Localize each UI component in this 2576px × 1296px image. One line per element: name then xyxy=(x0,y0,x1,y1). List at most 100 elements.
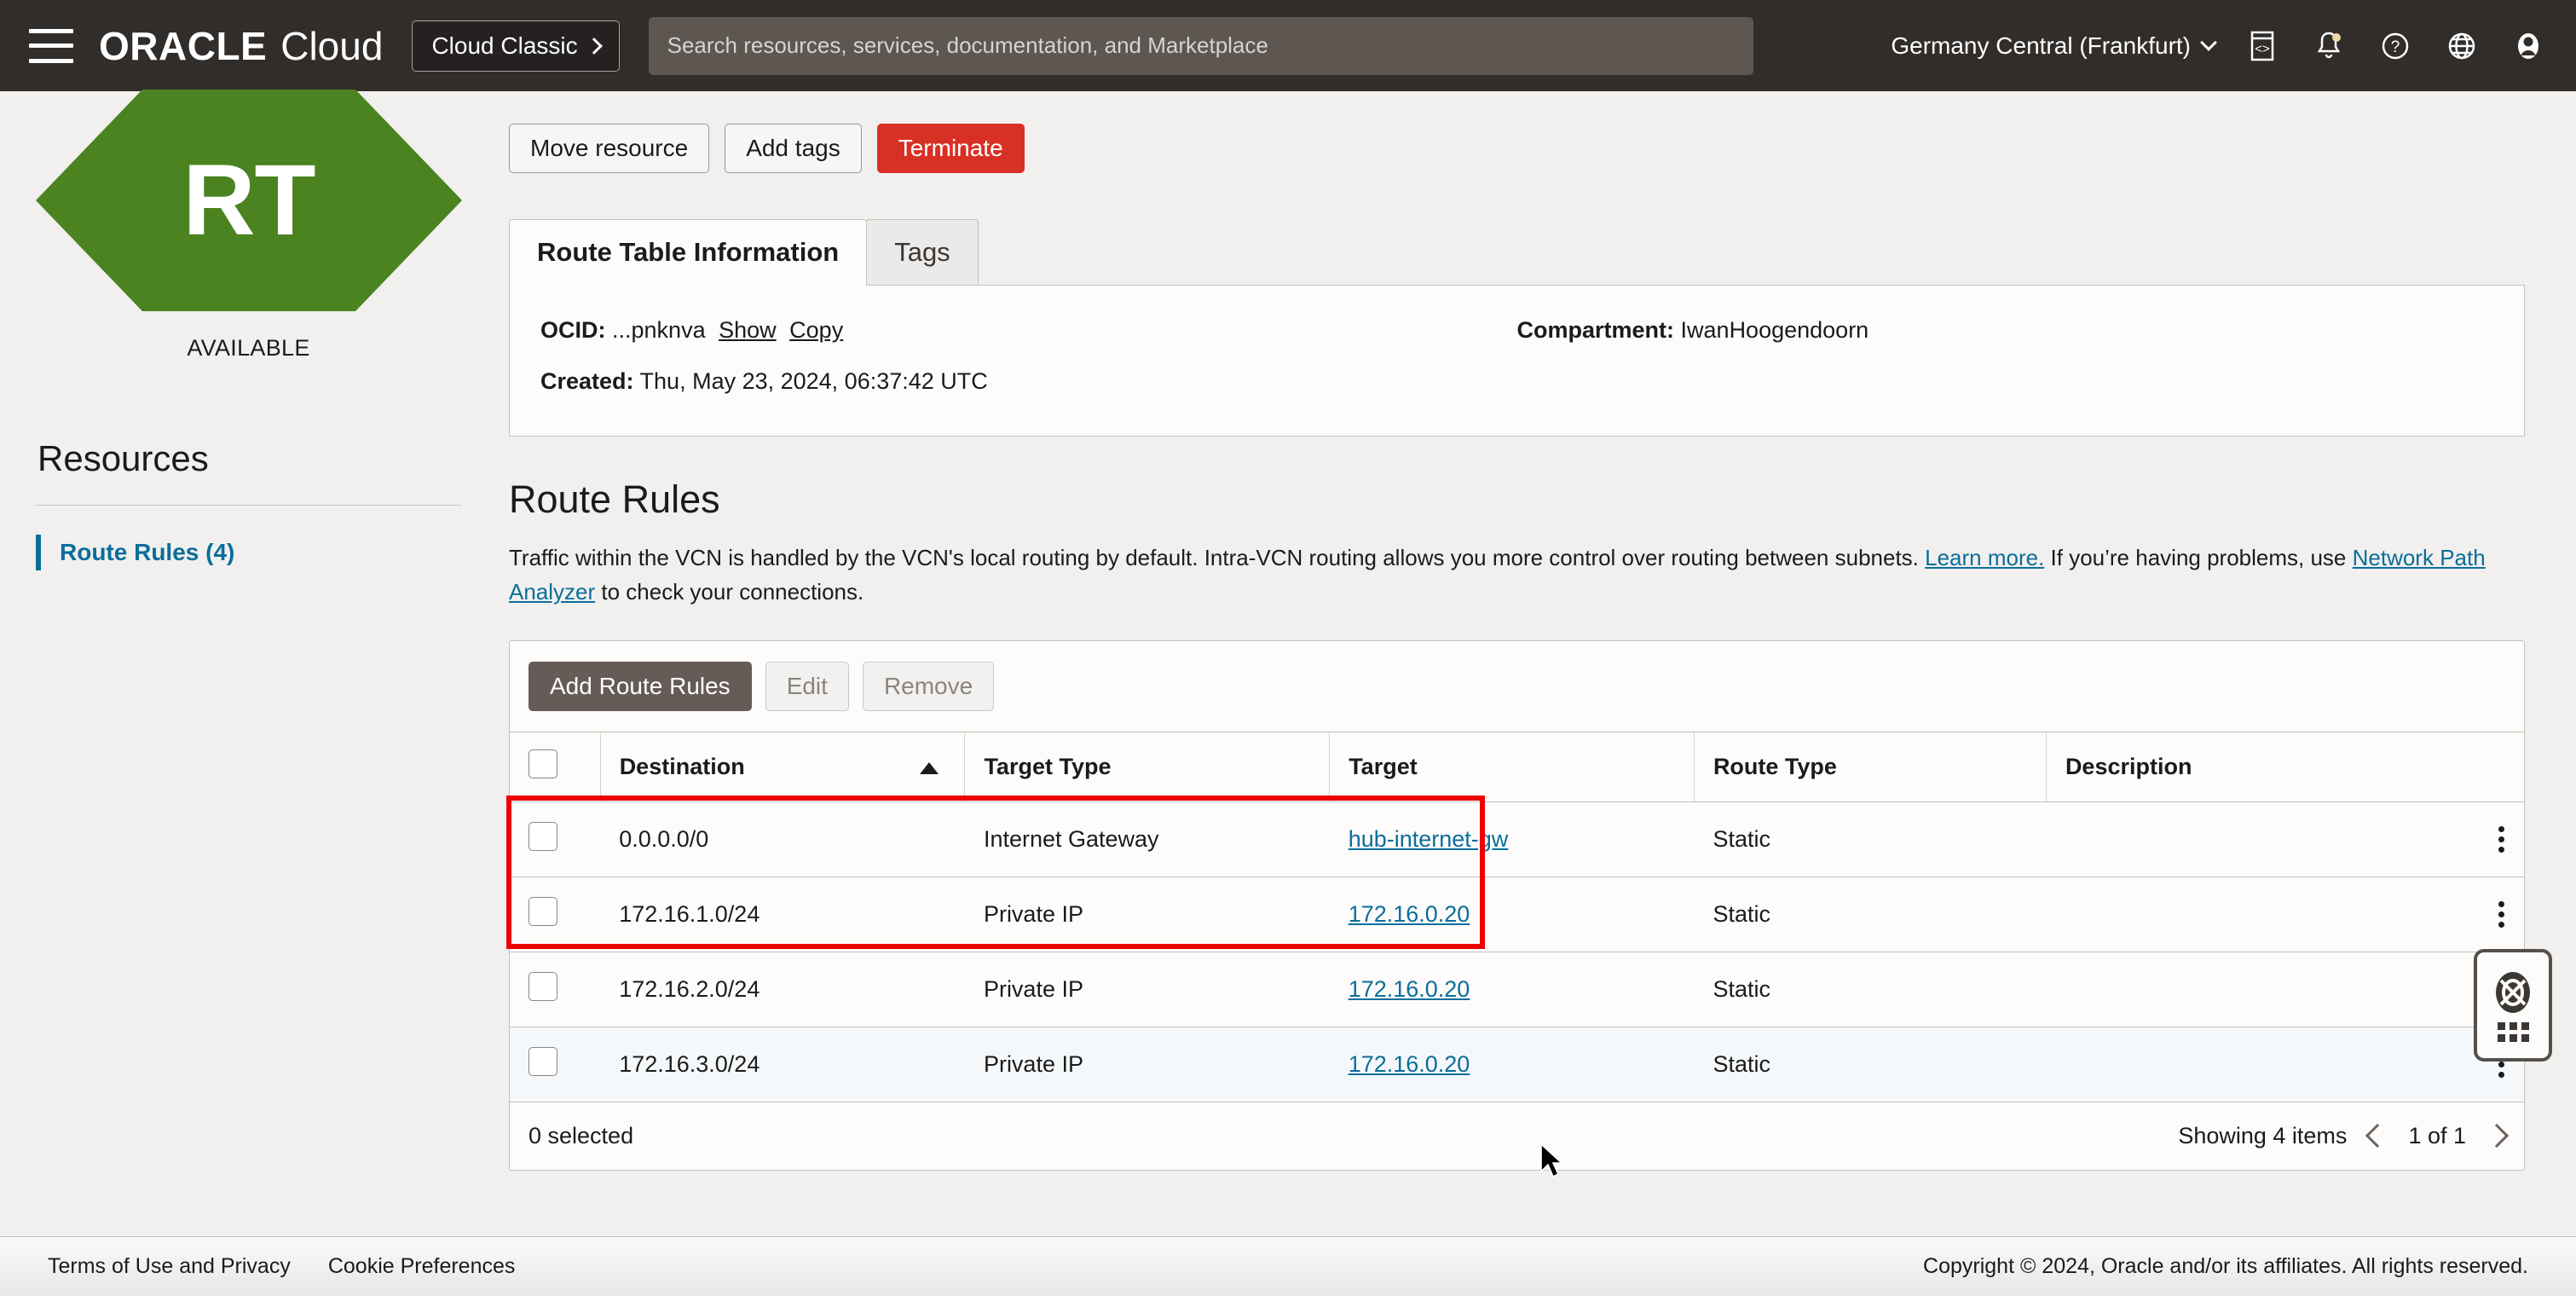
showing-items-count: Showing 4 items xyxy=(2178,1123,2347,1149)
row-actions-kebab-icon[interactable] xyxy=(2498,822,2505,857)
target-link[interactable]: 172.16.0.20 xyxy=(1349,1051,1470,1077)
column-header-target-type[interactable]: Target Type xyxy=(965,732,1330,801)
copyright-text: Copyright © 2024, Oracle and/or its affi… xyxy=(1923,1254,2528,1279)
detail-tabs: Route Table Information Tags xyxy=(509,219,2525,285)
ocid-row: OCID: ...pnknva Show Copy xyxy=(540,315,1517,347)
column-header-target[interactable]: Target xyxy=(1330,732,1695,801)
cell-destination: 0.0.0.0/0 xyxy=(600,801,965,877)
cell-route-type: Static xyxy=(1694,952,2046,1027)
cell-target: 172.16.0.20 xyxy=(1330,1027,1695,1102)
cloud-shell-icon[interactable]: <> xyxy=(2244,27,2281,65)
notifications-bell-icon[interactable] xyxy=(2310,27,2348,65)
select-all-checkbox[interactable] xyxy=(528,749,557,778)
help-icon[interactable]: ? xyxy=(2377,27,2414,65)
cell-route-type: Static xyxy=(1694,801,2046,877)
region-selector[interactable]: Germany Central (Frankfurt) xyxy=(1891,32,2215,60)
resource-action-bar: Move resource Add tags Terminate xyxy=(509,124,2525,173)
tab-label: Route Table Information xyxy=(537,237,839,267)
add-tags-button[interactable]: Add tags xyxy=(725,124,862,173)
cookie-preferences-link[interactable]: Cookie Preferences xyxy=(328,1254,516,1279)
sidebar-divider xyxy=(36,505,461,506)
row-checkbox[interactable] xyxy=(528,972,557,1001)
mouse-cursor xyxy=(1539,1143,1568,1183)
row-checkbox[interactable] xyxy=(528,822,557,851)
tab-label: Tags xyxy=(894,237,950,267)
top-navigation-bar: ORACLE Cloud Cloud Classic Germany Centr… xyxy=(0,0,2576,91)
row-checkbox[interactable] xyxy=(528,897,557,926)
cell-route-type: Static xyxy=(1694,1027,2046,1102)
cell-destination: 172.16.1.0/24 xyxy=(600,877,965,952)
oracle-cloud-logo[interactable]: ORACLE Cloud xyxy=(99,23,383,69)
topbar-right-cluster: Germany Central (Frankfurt) <> ? xyxy=(1891,27,2547,65)
desc-text-1: Traffic within the VCN is handled by the… xyxy=(509,545,1925,570)
svg-text:?: ? xyxy=(2391,38,2400,56)
target-link[interactable]: hub-internet-gw xyxy=(1349,826,1509,852)
search-input[interactable] xyxy=(649,17,1753,75)
terminate-button[interactable]: Terminate xyxy=(877,124,1025,173)
row-select-cell xyxy=(510,1027,600,1102)
table-footer: 0 selected Showing 4 items 1 of 1 xyxy=(510,1102,2524,1170)
brand-cloud-text: Cloud xyxy=(280,23,383,69)
sidebar-item-label: Route Rules (4) xyxy=(60,539,234,565)
move-resource-button[interactable]: Move resource xyxy=(509,124,709,173)
edit-button[interactable]: Edit xyxy=(765,662,849,711)
add-route-rules-button[interactable]: Add Route Rules xyxy=(528,662,752,711)
cell-description xyxy=(2046,877,2524,952)
cell-target: 172.16.0.20 xyxy=(1330,952,1695,1027)
tab-tags[interactable]: Tags xyxy=(866,219,978,285)
row-checkbox[interactable] xyxy=(528,1047,557,1076)
pagination: Showing 4 items 1 of 1 xyxy=(2178,1123,2505,1149)
table-row[interactable]: 0.0.0.0/0 Internet Gateway hub-internet-… xyxy=(510,801,2524,877)
ocid-value: ...pnknva xyxy=(612,317,706,343)
chevron-down-icon xyxy=(2200,34,2217,51)
row-actions-kebab-icon[interactable] xyxy=(2498,897,2505,932)
region-label: Germany Central (Frankfurt) xyxy=(1891,32,2191,60)
row-select-cell xyxy=(510,801,600,877)
tab-route-table-information[interactable]: Route Table Information xyxy=(509,219,867,285)
drag-grip-icon[interactable] xyxy=(2498,1022,2529,1042)
cloud-classic-button[interactable]: Cloud Classic xyxy=(412,20,619,72)
main-content: Move resource Add tags Terminate Route T… xyxy=(497,91,2576,1236)
column-header-destination[interactable]: Destination xyxy=(600,732,965,801)
column-header-description[interactable]: Description xyxy=(2046,732,2524,801)
column-label: Destination xyxy=(620,754,745,779)
ocid-label: OCID: xyxy=(540,317,606,343)
table-row[interactable]: 172.16.1.0/24 Private IP 172.16.0.20 Sta… xyxy=(510,877,2524,952)
cell-destination: 172.16.3.0/24 xyxy=(600,1027,965,1102)
help-floating-widget[interactable] xyxy=(2474,949,2552,1062)
target-link[interactable]: 172.16.0.20 xyxy=(1349,976,1470,1002)
next-page-icon[interactable] xyxy=(2485,1124,2509,1148)
column-label: Target xyxy=(1349,754,1418,779)
language-globe-icon[interactable] xyxy=(2443,27,2481,65)
ocid-copy-link[interactable]: Copy xyxy=(789,317,843,343)
resource-avatar-wrap: RT xyxy=(36,90,462,311)
previous-page-icon[interactable] xyxy=(2365,1124,2389,1148)
footer-links: Terms of Use and Privacy Cookie Preferen… xyxy=(48,1254,515,1279)
column-header-route-type[interactable]: Route Type xyxy=(1694,732,2046,801)
avatar: RT xyxy=(36,90,462,311)
remove-button[interactable]: Remove xyxy=(863,662,994,711)
table-row[interactable]: 172.16.3.0/24 Private IP 172.16.0.20 Sta… xyxy=(510,1027,2524,1102)
svg-text:<>: <> xyxy=(2255,42,2270,56)
life-ring-icon xyxy=(2490,969,2536,1015)
sidebar-item-route-rules[interactable]: Route Rules (4) xyxy=(36,535,461,570)
route-table-information-panel: OCID: ...pnknva Show Copy Created: Thu, … xyxy=(509,285,2525,437)
cell-destination: 172.16.2.0/24 xyxy=(600,952,965,1027)
route-rules-table-card: Add Route Rules Edit Remove Destina xyxy=(509,640,2525,1171)
section-description: Traffic within the VCN is handled by the… xyxy=(509,541,2495,610)
info-left-column: OCID: ...pnknva Show Copy Created: Thu, … xyxy=(540,315,1517,407)
info-right-column: Compartment: IwanHoogendoorn xyxy=(1517,315,2494,407)
column-label: Route Type xyxy=(1713,754,1837,779)
ocid-show-link[interactable]: Show xyxy=(719,317,777,343)
user-avatar-icon[interactable] xyxy=(2510,27,2547,65)
terms-of-use-link[interactable]: Terms of Use and Privacy xyxy=(48,1254,291,1279)
cell-description xyxy=(2046,801,2524,877)
learn-more-link[interactable]: Learn more. xyxy=(1925,545,2044,570)
page-footer: Terms of Use and Privacy Cookie Preferen… xyxy=(0,1236,2576,1296)
hamburger-menu-icon[interactable] xyxy=(29,29,73,63)
desc-text-2: If you’re having problems, use xyxy=(2044,545,2352,570)
row-select-cell xyxy=(510,877,600,952)
resource-sidebar: RT AVAILABLE Resources Route Rules (4) xyxy=(0,91,497,1236)
table-row[interactable]: 172.16.2.0/24 Private IP 172.16.0.20 Sta… xyxy=(510,952,2524,1027)
target-link[interactable]: 172.16.0.20 xyxy=(1349,901,1470,927)
